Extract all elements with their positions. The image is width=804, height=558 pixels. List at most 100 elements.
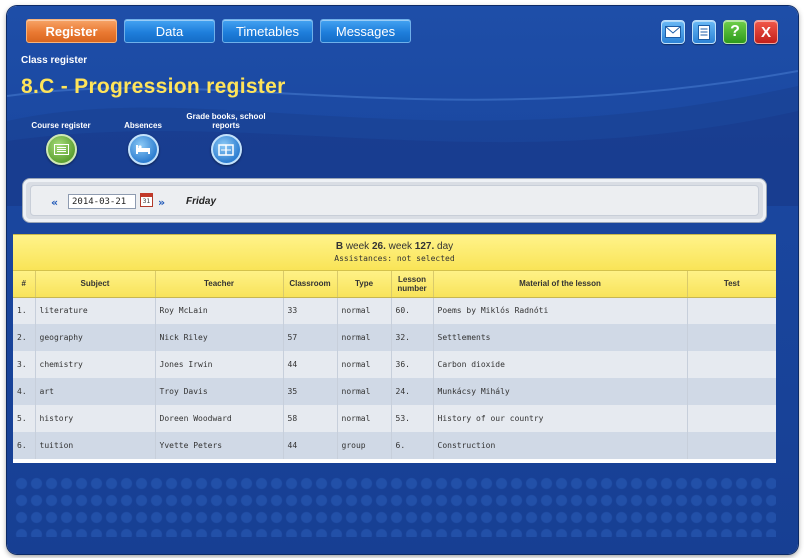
register-table: B week 26. week 127. day Assistances: no… <box>13 234 776 463</box>
tab-register[interactable]: Register <box>26 19 117 43</box>
cell-material: Carbon dioxide <box>433 351 688 378</box>
col-header[interactable]: Classroom <box>283 271 338 298</box>
table-header-row: # Subject Teacher Classroom Type Lesson … <box>13 271 776 298</box>
week-number: 26. <box>371 241 386 252</box>
book-icon <box>210 134 242 165</box>
cell-subject: tuition <box>35 432 156 459</box>
col-header[interactable]: Lesson number <box>391 271 434 298</box>
table-row[interactable]: 3. chemistry Jones Irwin 44 normal 36. C… <box>13 351 776 378</box>
col-header[interactable]: Material of the lesson <box>433 271 688 298</box>
document-button[interactable] <box>692 20 716 44</box>
cell-material: Settlements <box>433 324 688 351</box>
cell-classroom: 57 <box>283 324 338 351</box>
table-row[interactable]: 5. history Doreen Woodward 58 normal 53.… <box>13 405 776 432</box>
cell-test <box>687 324 776 351</box>
table-row[interactable]: 2. geography Nick Riley 57 normal 32. Se… <box>13 324 776 351</box>
week-header: B week 26. week 127. day Assistances: no… <box>13 235 776 271</box>
col-header[interactable]: Type <box>337 271 392 298</box>
quick-link-label: Course register <box>31 121 91 130</box>
cell-classroom: 44 <box>283 351 338 378</box>
cell-number: 5. <box>13 405 36 432</box>
cell-classroom: 33 <box>283 297 338 324</box>
tab-timetables[interactable]: Timetables <box>222 19 313 43</box>
table-row[interactable]: 6. tuition Yvette Peters 44 group 6. Con… <box>13 432 776 459</box>
cell-type: group <box>337 432 392 459</box>
help-button[interactable]: ? <box>723 20 747 44</box>
quick-link-course-register[interactable]: Course register <box>16 112 106 165</box>
dot-pattern-decoration <box>14 475 776 537</box>
cell-test <box>687 297 776 324</box>
week-text-2: week <box>388 241 413 252</box>
cell-material: Construction <box>433 432 688 459</box>
envelope-icon <box>665 26 681 38</box>
next-day-button[interactable]: » <box>158 196 165 209</box>
cell-type: normal <box>337 405 392 432</box>
cell-test <box>687 378 776 405</box>
cell-teacher: Nick Riley <box>155 324 284 351</box>
week-text: week <box>345 241 370 252</box>
quick-link-label: Grade books, school reports <box>186 112 266 130</box>
cell-number: 1. <box>13 297 36 324</box>
cell-test <box>687 351 776 378</box>
mail-button[interactable] <box>661 20 685 44</box>
cell-subject: chemistry <box>35 351 156 378</box>
cell-subject: geography <box>35 324 156 351</box>
assistances-status: Assistances: not selected <box>334 254 455 263</box>
cell-test <box>687 405 776 432</box>
cell-test <box>687 432 776 459</box>
cell-number: 6. <box>13 432 36 459</box>
cell-teacher: Troy Davis <box>155 378 284 405</box>
date-bar: « 31 » Friday <box>30 185 759 216</box>
document-icon <box>698 24 710 40</box>
cell-material: History of our country <box>433 405 688 432</box>
col-header[interactable]: Teacher <box>155 271 284 298</box>
cell-teacher: Yvette Peters <box>155 432 284 459</box>
tab-messages[interactable]: Messages <box>320 19 411 43</box>
cell-type: normal <box>337 324 392 351</box>
col-header[interactable]: Test <box>687 271 776 298</box>
col-header[interactable]: # <box>13 271 36 298</box>
cell-type: normal <box>337 297 392 324</box>
quick-link-absences[interactable]: Absences <box>98 112 188 165</box>
cell-subject: art <box>35 378 156 405</box>
date-panel: « 31 » Friday <box>22 178 767 223</box>
cell-lesson-number: 6. <box>391 432 434 459</box>
cell-classroom: 35 <box>283 378 338 405</box>
week-info: B week 26. week 127. day <box>13 235 776 252</box>
date-field[interactable] <box>68 194 136 209</box>
day-number: 127. <box>414 241 435 252</box>
bed-icon <box>127 134 159 165</box>
cell-number: 3. <box>13 351 36 378</box>
cell-lesson-number: 24. <box>391 378 434 405</box>
week-type: B <box>335 241 344 252</box>
cell-subject: literature <box>35 297 156 324</box>
cell-material: Munkácsy Mihály <box>433 378 688 405</box>
quick-link-label: Absences <box>124 121 162 130</box>
day-label: Friday <box>186 196 217 207</box>
cell-teacher: Roy McLain <box>155 297 284 324</box>
close-button[interactable]: X <box>754 20 778 44</box>
cell-number: 4. <box>13 378 36 405</box>
table-row[interactable]: 4. art Troy Davis 35 normal 24. Munkácsy… <box>13 378 776 405</box>
calendar-icon[interactable]: 31 <box>140 193 153 207</box>
page-title: 8.C - Progression register <box>21 75 286 98</box>
cell-type: normal <box>337 378 392 405</box>
quick-link-grade-books[interactable]: Grade books, school reports <box>181 112 271 165</box>
cell-lesson-number: 32. <box>391 324 434 351</box>
tab-data[interactable]: Data <box>124 19 215 43</box>
page-subtitle: Class register <box>21 55 88 66</box>
prev-day-button[interactable]: « <box>51 196 58 209</box>
cell-lesson-number: 36. <box>391 351 434 378</box>
cell-classroom: 58 <box>283 405 338 432</box>
cell-lesson-number: 53. <box>391 405 434 432</box>
cell-lesson-number: 60. <box>391 297 434 324</box>
cell-teacher: Doreen Woodward <box>155 405 284 432</box>
cell-subject: history <box>35 405 156 432</box>
col-header[interactable]: Subject <box>35 271 156 298</box>
cell-number: 2. <box>13 324 36 351</box>
lessons-grid: # Subject Teacher Classroom Type Lesson … <box>13 271 776 459</box>
table-row[interactable]: 1. literature Roy McLain 33 normal 60. P… <box>13 297 776 324</box>
day-text: day <box>437 241 454 252</box>
cell-type: normal <box>337 351 392 378</box>
cell-teacher: Jones Irwin <box>155 351 284 378</box>
